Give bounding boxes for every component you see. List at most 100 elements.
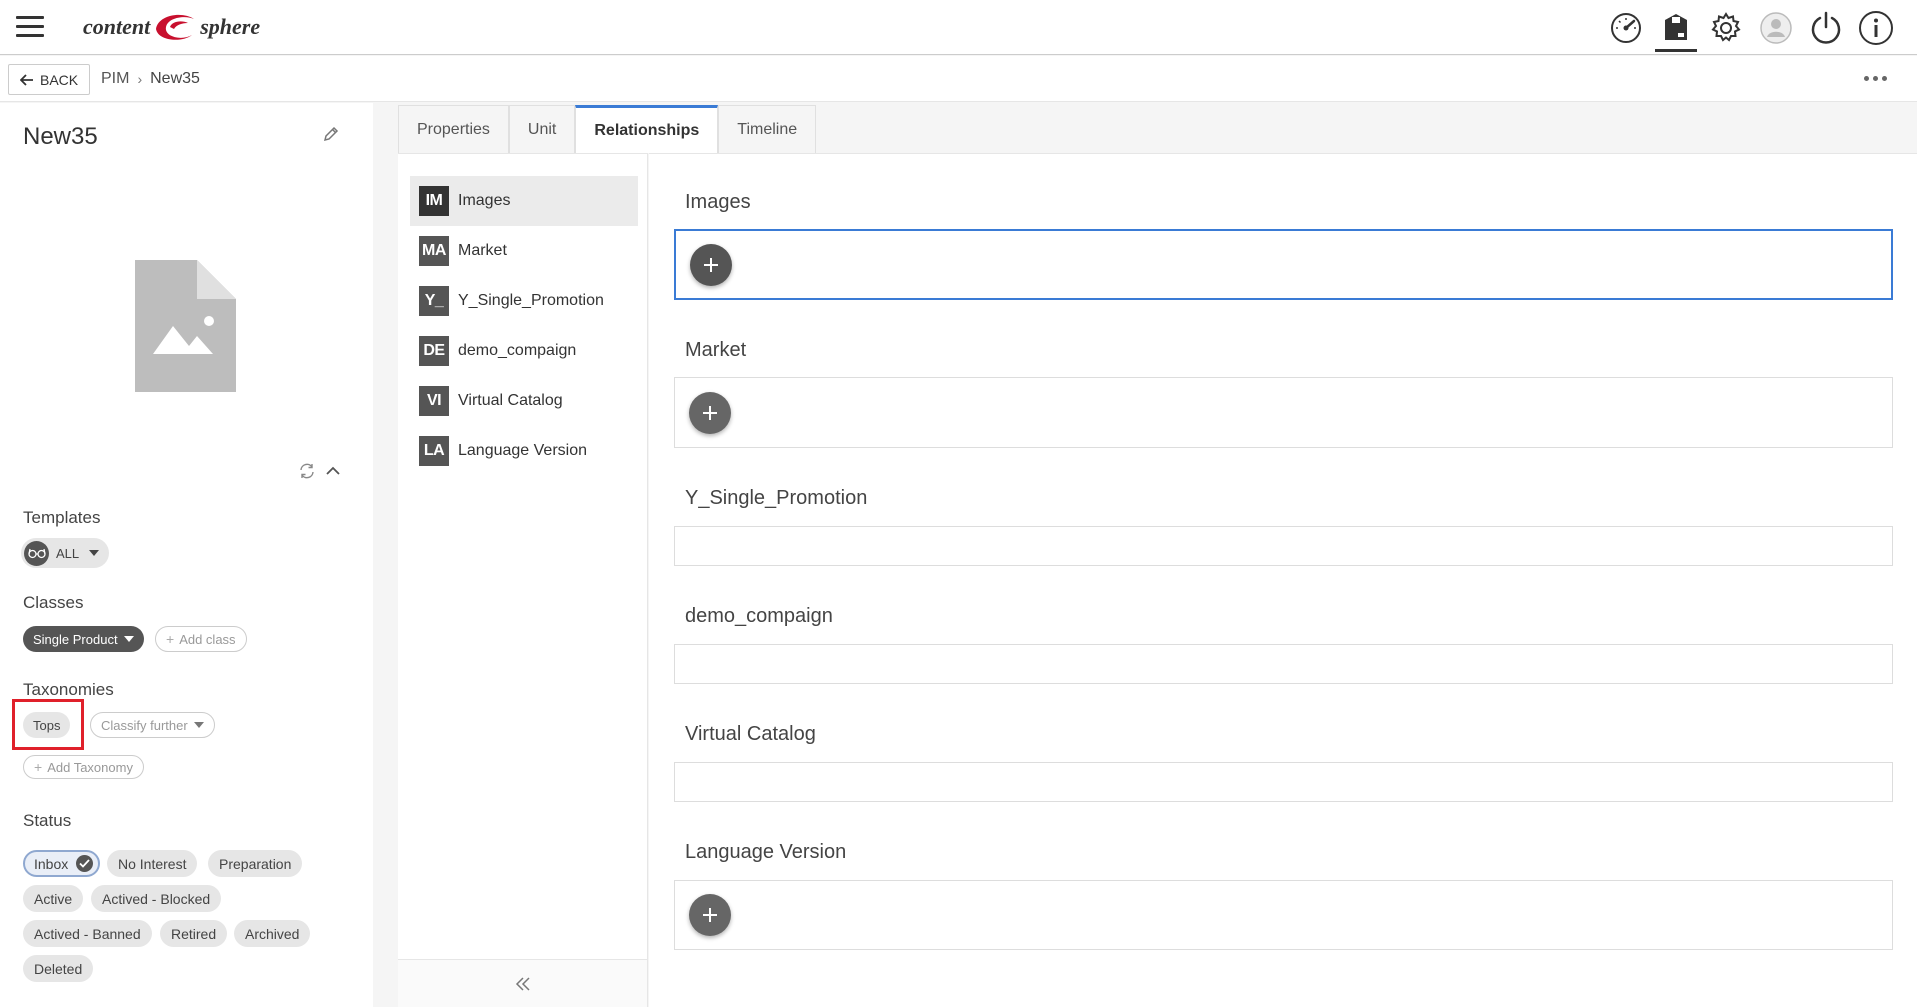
hamburger-menu-icon[interactable] — [16, 16, 44, 38]
status-label-actived-banned: Actived - Banned — [34, 925, 141, 942]
section-title-images: Images — [685, 191, 751, 213]
template-selector[interactable]: ALL — [21, 538, 110, 568]
panel-gutter — [373, 103, 398, 1007]
templates-label: Templates — [23, 508, 101, 527]
plus-icon: + — [166, 631, 175, 647]
status-label-inbox: Inbox — [34, 855, 69, 872]
plus-icon — [704, 258, 718, 272]
section-title-language-version: Language Version — [685, 841, 847, 863]
refresh-icon[interactable] — [298, 462, 316, 485]
caret-down-icon — [123, 636, 134, 642]
tab-properties[interactable]: Properties — [398, 105, 509, 153]
add-taxonomy-button[interactable]: + Add Taxonomy — [23, 755, 144, 779]
relnav-label: demo_compaign — [458, 342, 577, 359]
add-class-button[interactable]: + Add class — [155, 626, 247, 652]
detail-tabs: Properties Unit Relationships Timeline — [398, 105, 817, 153]
add-images-button[interactable] — [690, 244, 732, 286]
products-box-icon[interactable] — [1655, 6, 1697, 52]
chevron-up-icon[interactable] — [324, 462, 342, 485]
tab-relationships[interactable]: Relationships — [575, 105, 719, 153]
demo-compaign-relation-box[interactable] — [674, 644, 1893, 684]
relnav-label: Market — [458, 242, 507, 259]
plus-icon — [703, 406, 717, 420]
relnav-abbr: MA — [419, 236, 449, 266]
more-options-icon[interactable] — [1864, 76, 1887, 81]
caret-down-icon — [193, 722, 204, 728]
status-chip-archived[interactable]: Archived — [234, 920, 311, 947]
back-button[interactable]: BACK — [8, 64, 91, 95]
relnav-item-images[interactable]: IM Images — [410, 176, 638, 226]
class-chip[interactable]: Single Product — [23, 626, 144, 652]
relnav-abbr: IM — [419, 186, 449, 216]
breadcrumb-pim[interactable]: PIM — [101, 70, 129, 88]
tab-unit[interactable]: Unit — [508, 105, 576, 153]
arrow-left-icon — [20, 73, 33, 86]
relnav-item-demo-compaign[interactable]: DE demo_compaign — [410, 326, 638, 376]
power-icon[interactable] — [1805, 6, 1847, 50]
image-placeholder-icon — [135, 260, 236, 392]
add-market-button[interactable] — [689, 392, 731, 434]
status-chip-inbox[interactable]: Inbox — [23, 850, 101, 877]
market-relation-box[interactable] — [674, 377, 1893, 448]
status-chip-active[interactable]: Active — [23, 885, 84, 912]
add-taxonomy-label: Add Taxonomy — [47, 759, 133, 775]
plus-icon: + — [34, 759, 43, 775]
sub-toolbar: BACK PIM › New35 — [0, 56, 1917, 102]
logo-text-right: sphere — [200, 14, 261, 39]
section-title-y-single-promotion: Y_Single_Promotion — [685, 487, 868, 509]
section-title-virtual-catalog: Virtual Catalog — [685, 723, 816, 745]
section-title-demo-compaign: demo_compaign — [685, 605, 833, 627]
status-label-no-interest: No Interest — [118, 855, 187, 872]
tab-timeline[interactable]: Timeline — [718, 105, 817, 153]
language-version-relation-box[interactable] — [674, 880, 1893, 950]
relationships-content: Images Market Y_Single_Promotion demo_co… — [649, 153, 1917, 1007]
status-label-actived-blocked: Actived - Blocked — [102, 890, 211, 907]
caret-down-icon — [89, 550, 100, 556]
relnav-item-y-single-promotion[interactable]: Y_ Y_Single_Promotion — [410, 276, 638, 326]
relnav-label: Virtual Catalog — [458, 392, 563, 409]
content-sphere-logo[interactable]: content sphere — [83, 8, 260, 46]
classify-further-dropdown[interactable]: Classify further — [90, 712, 215, 738]
collapse-nav-button[interactable] — [398, 959, 647, 1007]
y-single-promotion-relation-box[interactable] — [674, 526, 1893, 566]
status-label-archived: Archived — [245, 925, 300, 942]
info-icon[interactable] — [1855, 6, 1897, 50]
breadcrumb: PIM › New35 — [101, 70, 200, 88]
settings-gear-icon[interactable] — [1705, 6, 1747, 50]
relnav-abbr: LA — [419, 436, 449, 466]
classify-further-label: Classify further — [101, 717, 188, 733]
status-label: Status — [23, 811, 72, 830]
relnav-label: Y_Single_Promotion — [458, 292, 604, 309]
status-chip-no-interest[interactable]: No Interest — [107, 850, 198, 877]
chevron-right-icon: › — [137, 71, 143, 87]
add-language-version-button[interactable] — [689, 894, 731, 936]
relationship-nav: IM Images MA Market Y_ Y_Single_Promotio… — [398, 153, 648, 1007]
virtual-catalog-relation-box[interactable] — [674, 762, 1893, 802]
classes-label: Classes — [23, 593, 84, 612]
relnav-label: Language Version — [458, 442, 587, 459]
relnav-item-language-version[interactable]: LA Language Version — [410, 426, 638, 476]
check-circle-icon — [76, 855, 94, 872]
images-relation-box[interactable] — [674, 229, 1893, 300]
status-chip-actived-blocked[interactable]: Actived - Blocked — [91, 885, 222, 912]
dashboard-gauge-icon[interactable] — [1605, 6, 1647, 50]
relnav-item-virtual-catalog[interactable]: VI Virtual Catalog — [410, 376, 638, 426]
relnav-item-market[interactable]: MA Market — [410, 226, 638, 276]
status-chip-retired[interactable]: Retired — [160, 920, 228, 947]
section-title-market: Market — [685, 339, 747, 361]
pencil-edit-icon[interactable] — [322, 125, 340, 148]
back-label: BACK — [40, 71, 79, 88]
status-label-active: Active — [34, 890, 73, 907]
status-chip-deleted[interactable]: Deleted — [23, 955, 94, 982]
relnav-abbr: Y_ — [419, 286, 449, 316]
user-avatar-icon[interactable] — [1755, 6, 1797, 50]
template-value: ALL — [56, 545, 80, 561]
status-label-preparation: Preparation — [219, 855, 292, 872]
relnav-abbr: DE — [419, 336, 449, 366]
status-chip-preparation[interactable]: Preparation — [208, 850, 303, 877]
status-label-retired: Retired — [171, 925, 217, 942]
status-label-deleted: Deleted — [34, 960, 83, 977]
class-value: Single Product — [33, 631, 118, 647]
glasses-icon — [24, 540, 49, 566]
status-chip-actived-banned[interactable]: Actived - Banned — [23, 920, 152, 947]
